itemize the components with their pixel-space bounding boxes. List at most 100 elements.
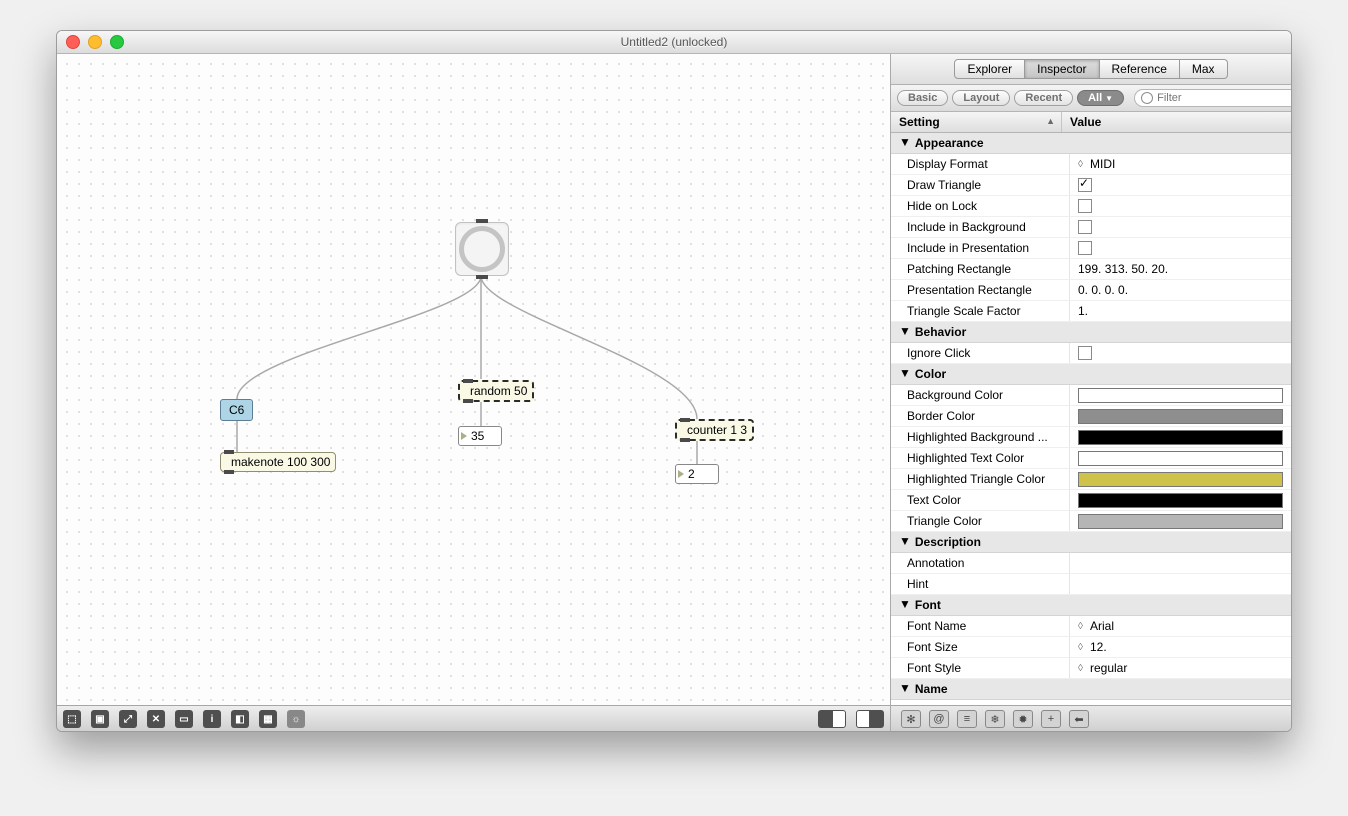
ignore-click-checkbox[interactable]: [1078, 346, 1092, 360]
zoom-icon[interactable]: ⤢: [119, 710, 137, 728]
row-include-bg[interactable]: Include in Background: [891, 217, 1291, 238]
close-window-button[interactable]: [66, 35, 80, 49]
search-wrap: [1134, 89, 1285, 107]
group-appearance[interactable]: ▼Appearance: [891, 133, 1291, 154]
plus-icon[interactable]: +: [1041, 710, 1061, 728]
filter-basic[interactable]: Basic: [897, 90, 948, 106]
gear-icon[interactable]: ✻: [901, 710, 921, 728]
random-object[interactable]: random 50: [458, 380, 534, 402]
list-icon[interactable]: ≡: [957, 710, 977, 728]
row-include-pres[interactable]: Include in Presentation: [891, 238, 1291, 259]
patch-rect-value[interactable]: 199. 313. 50. 20.: [1078, 262, 1168, 276]
font-name-value[interactable]: Arial: [1090, 619, 1114, 633]
row-font-style[interactable]: Font Style◊regular: [891, 658, 1291, 679]
random-number-value: 35: [471, 429, 484, 443]
row-hint[interactable]: Hint: [891, 574, 1291, 595]
patcher-canvas[interactable]: C6 makenote 100 300 random 50 35 counter…: [57, 54, 890, 705]
inspector-icon[interactable]: i: [203, 710, 221, 728]
zoom-window-button[interactable]: [110, 35, 124, 49]
window-controls: [66, 35, 124, 49]
row-hide-on-lock[interactable]: Hide on Lock: [891, 196, 1291, 217]
row-text-color[interactable]: Text Color: [891, 490, 1291, 511]
hl-text-color-swatch[interactable]: [1078, 451, 1283, 466]
makenote-object[interactable]: makenote 100 300: [220, 452, 336, 472]
row-tri-scale[interactable]: Triangle Scale Factor 1.: [891, 301, 1291, 322]
counter-number-value: 2: [688, 467, 695, 481]
filter-input[interactable]: [1134, 89, 1292, 107]
sidebar-toggle-right[interactable]: [856, 710, 884, 728]
row-hl-tri-color[interactable]: Highlighted Triangle Color: [891, 469, 1291, 490]
tab-explorer[interactable]: Explorer: [954, 59, 1025, 79]
include-pres-checkbox[interactable]: [1078, 241, 1092, 255]
row-bg-color[interactable]: Background Color: [891, 385, 1291, 406]
row-display-format[interactable]: Display Format ◊MIDI: [891, 154, 1291, 175]
group-font[interactable]: ▼Font: [891, 595, 1291, 616]
hl-bg-color-swatch[interactable]: [1078, 430, 1283, 445]
hl-tri-color-swatch[interactable]: [1078, 472, 1283, 487]
property-header: Setting ▲ Value: [891, 112, 1291, 133]
row-draw-triangle[interactable]: Draw Triangle: [891, 175, 1291, 196]
close-icon[interactable]: ✕: [147, 710, 165, 728]
tab-max[interactable]: Max: [1180, 59, 1228, 79]
counter-text: counter 1 3: [687, 423, 747, 437]
font-style-value[interactable]: regular: [1090, 661, 1127, 675]
minimize-window-button[interactable]: [88, 35, 102, 49]
pres-rect-value[interactable]: 0. 0. 0. 0.: [1078, 283, 1128, 297]
kslider-object[interactable]: C6: [220, 399, 253, 421]
font-size-value[interactable]: 12.: [1090, 640, 1107, 654]
group-behavior[interactable]: ▼Behavior: [891, 322, 1291, 343]
row-ignore-click[interactable]: Ignore Click: [891, 343, 1291, 364]
star-icon[interactable]: ✹: [1013, 710, 1033, 728]
display-format-value[interactable]: MIDI: [1090, 157, 1115, 171]
grid-icon[interactable]: ▦: [259, 710, 277, 728]
group-description[interactable]: ▼Description: [891, 532, 1291, 553]
row-font-size[interactable]: Font Size◊12.: [891, 637, 1291, 658]
row-hl-text-color[interactable]: Highlighted Text Color: [891, 448, 1291, 469]
filter-all[interactable]: All▼: [1077, 90, 1124, 106]
random-number-box[interactable]: 35: [458, 426, 502, 446]
row-border-color[interactable]: Border Color: [891, 406, 1291, 427]
row-pres-rect[interactable]: Presentation Rectangle 0. 0. 0. 0.: [891, 280, 1291, 301]
header-setting[interactable]: Setting ▲: [891, 112, 1062, 132]
row-hl-bg-color[interactable]: Highlighted Background ...: [891, 427, 1291, 448]
hide-on-lock-checkbox[interactable]: [1078, 199, 1092, 213]
row-patch-rect[interactable]: Patching Rectangle 199. 313. 50. 20.: [891, 259, 1291, 280]
new-object-icon[interactable]: ▣: [91, 710, 109, 728]
presentation-icon[interactable]: ▭: [175, 710, 193, 728]
row-annotation[interactable]: Annotation: [891, 553, 1291, 574]
tab-reference[interactable]: Reference: [1100, 59, 1180, 79]
text-color-swatch[interactable]: [1078, 493, 1283, 508]
sidebar-toggle-left[interactable]: [818, 710, 846, 728]
dial-ring-icon: [459, 226, 505, 272]
counter-object[interactable]: counter 1 3: [675, 419, 754, 441]
tab-inspector[interactable]: Inspector: [1025, 59, 1099, 79]
random-text: random 50: [470, 384, 527, 398]
freeze-icon[interactable]: ❄: [985, 710, 1005, 728]
dial-object[interactable]: [455, 222, 509, 276]
grid-toggle-icon[interactable]: ◧: [231, 710, 249, 728]
row-tri-color[interactable]: Triangle Color: [891, 511, 1291, 532]
disclosure-triangle-icon: ▼: [899, 597, 911, 611]
disclosure-triangle-icon: ▼: [899, 324, 911, 338]
window-title: Untitled2 (unlocked): [57, 35, 1291, 49]
group-name[interactable]: ▼Name: [891, 679, 1291, 700]
border-color-swatch[interactable]: [1078, 409, 1283, 424]
lock-icon[interactable]: ⬚: [63, 710, 81, 728]
tri-scale-value[interactable]: 1.: [1078, 304, 1088, 318]
filter-row: Basic Layout Recent All▼: [891, 85, 1291, 112]
include-bg-checkbox[interactable]: [1078, 220, 1092, 234]
bg-color-swatch[interactable]: [1078, 388, 1283, 403]
filter-layout[interactable]: Layout: [952, 90, 1010, 106]
counter-number-box[interactable]: 2: [675, 464, 719, 484]
tri-color-swatch[interactable]: [1078, 514, 1283, 529]
group-color[interactable]: ▼Color: [891, 364, 1291, 385]
inspector-panel: Explorer Inspector Reference Max Basic L…: [891, 54, 1291, 732]
filter-recent[interactable]: Recent: [1014, 90, 1073, 106]
debug-icon[interactable]: ☼: [287, 710, 305, 728]
draw-triangle-checkbox[interactable]: [1078, 178, 1092, 192]
property-rows[interactable]: ▼Appearance Display Format ◊MIDI Draw Tr…: [891, 133, 1291, 705]
back-icon[interactable]: ⬅: [1069, 710, 1089, 728]
header-value[interactable]: Value: [1062, 112, 1291, 132]
row-font-name[interactable]: Font Name◊Arial: [891, 616, 1291, 637]
at-icon[interactable]: @: [929, 710, 949, 728]
